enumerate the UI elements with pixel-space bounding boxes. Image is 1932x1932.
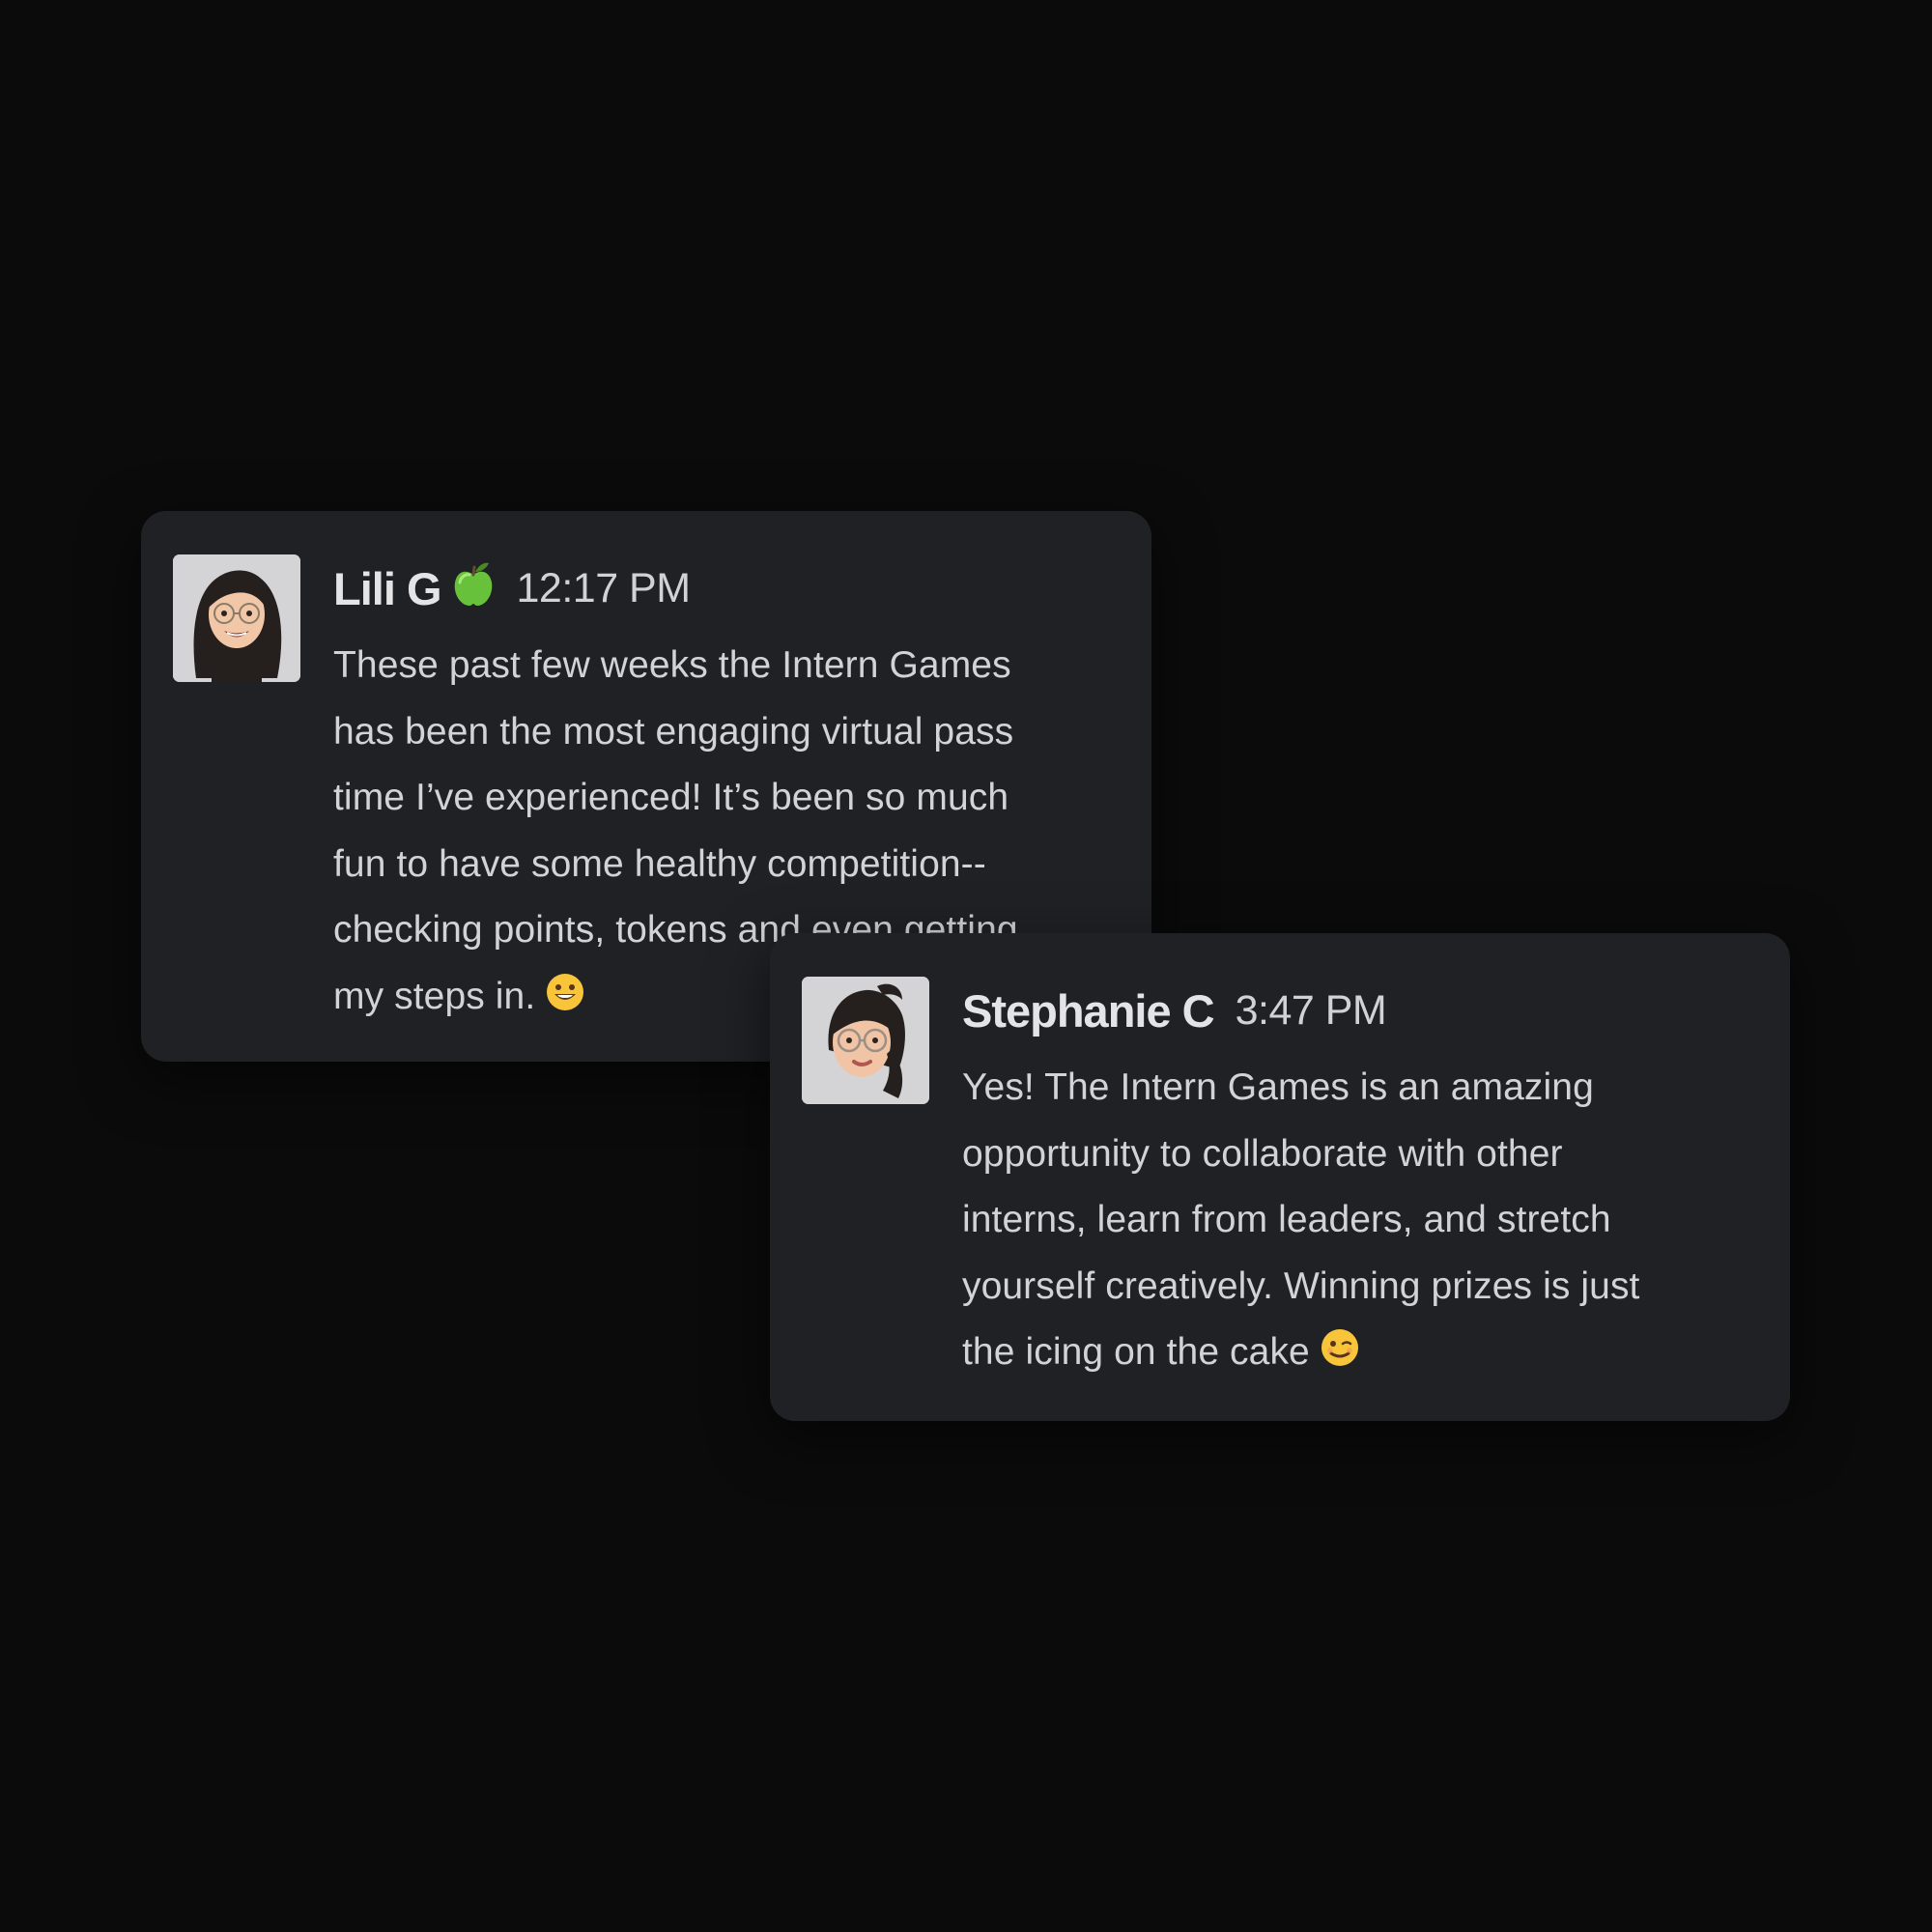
winking-face-icon [1320, 1327, 1360, 1368]
avatar[interactable] [802, 977, 929, 1104]
message-time: 12:17 PM [516, 564, 692, 611]
avatar[interactable] [173, 554, 300, 682]
message-card-stephanie: Stephanie C 3:47 PM Yes! The Intern Game… [770, 933, 1790, 1421]
grinning-face-icon [545, 972, 585, 1012]
author-name[interactable]: Stephanie C [962, 984, 1215, 1037]
memoji-avatar-icon [802, 977, 929, 1104]
message-body: Yes! The Intern Games is an amazing oppo… [962, 1055, 1754, 1386]
green-apple-icon [451, 559, 496, 608]
memoji-avatar-icon [173, 554, 300, 682]
author-name[interactable]: Lili G [333, 562, 441, 615]
message-header: Lili G 12:17 PM [333, 557, 691, 619]
message-time: 3:47 PM [1235, 986, 1387, 1034]
message-text: Yes! The Intern Games is an amazing oppo… [962, 1066, 1640, 1373]
message-header: Stephanie C 3:47 PM [962, 980, 1387, 1041]
